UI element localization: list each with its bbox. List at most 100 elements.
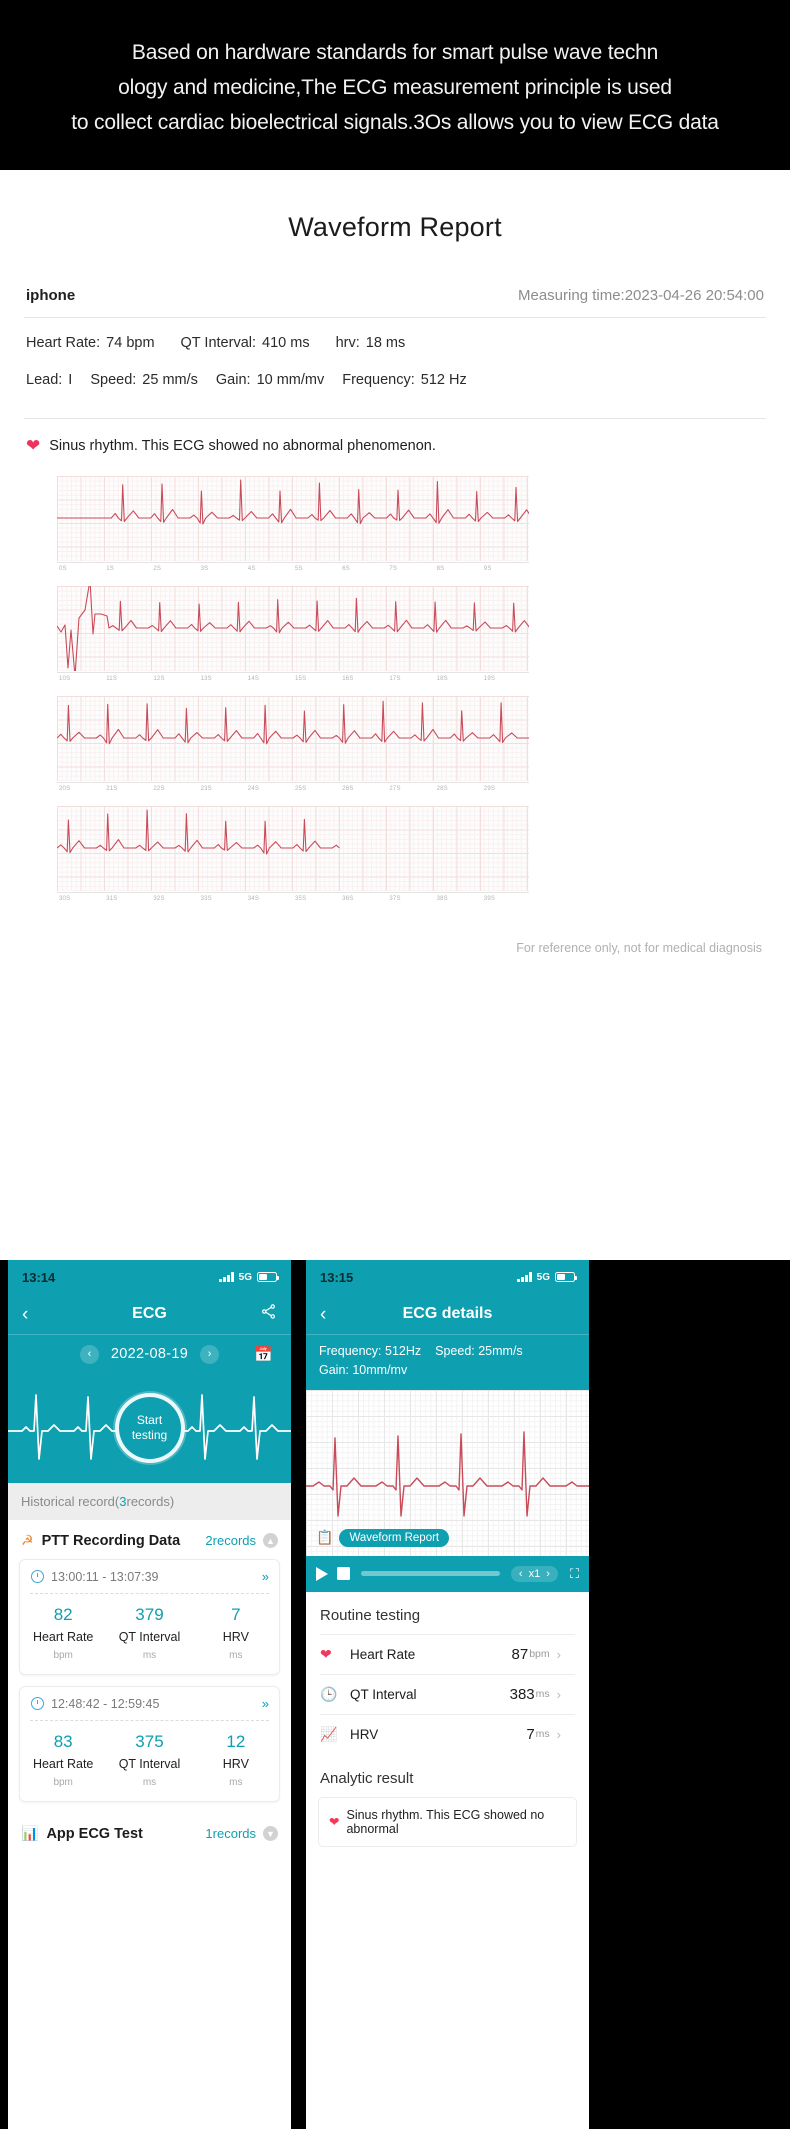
nav-title: ECG details xyxy=(402,1305,493,1322)
analytic-result-row: ❤ Sinus rhythm. This ECG showed no abnor… xyxy=(318,1796,577,1847)
clock-icon xyxy=(31,1697,44,1710)
status-bar-left: 13:14 5G xyxy=(8,1260,291,1294)
axis-tick-label: 10S xyxy=(59,676,71,682)
speed-prev-button[interactable]: ‹ xyxy=(519,1568,523,1580)
prev-date-button[interactable]: ‹ xyxy=(79,1344,99,1364)
axis-tick-label: 19S xyxy=(483,676,496,682)
record-expand-button[interactable]: » xyxy=(262,1696,269,1711)
ecg-trace xyxy=(57,479,529,525)
signal-icon xyxy=(219,1272,234,1282)
ecg-axis: 0S 1S 2S 3S 4S 5S 6S 7S 8S 9S xyxy=(57,562,529,578)
chevron-right-icon[interactable]: › xyxy=(557,1647,561,1662)
routine-row-hrv[interactable]: 📈 HRV 7 ms › xyxy=(320,1713,575,1754)
axis-tick-label: 18S xyxy=(436,676,448,682)
heart-icon: ❤ xyxy=(329,1815,340,1830)
axis-tick-label: 3S xyxy=(200,566,209,572)
seek-slider[interactable] xyxy=(361,1571,500,1577)
axis-tick-label: 37S xyxy=(389,896,401,902)
ecg-strip-row: 10S 11S 12S 13S 14S 15S 16S 17S 18S 19S xyxy=(57,586,529,689)
axis-tick-label: 12S xyxy=(153,676,165,682)
analytic-result-text: Sinus rhythm. This ECG showed no abnorma… xyxy=(346,1807,545,1836)
axis-tick-label: 22S xyxy=(153,786,165,792)
heart-rate-value: 74 bpm xyxy=(106,335,155,351)
row-value: 7 xyxy=(526,1725,535,1743)
axis-tick-label: 35S xyxy=(295,896,307,902)
axis-tick-label: 24S xyxy=(247,786,260,792)
start-label-line1: Start xyxy=(136,1413,163,1427)
share-icon[interactable] xyxy=(260,1303,277,1325)
back-button[interactable]: ‹ xyxy=(320,1305,326,1324)
metric-label: Heart Rate xyxy=(32,1757,94,1771)
ecg-trace xyxy=(57,809,340,855)
chevron-down-icon[interactable]: ▼ xyxy=(263,1826,278,1841)
axis-tick-label: 15S xyxy=(295,676,307,682)
detail-ecg-chart[interactable]: 📋 Waveform Report xyxy=(306,1389,589,1556)
axis-tick-label: 5S xyxy=(295,566,303,572)
axis-tick-label: 39S xyxy=(483,896,496,902)
speed-next-button[interactable]: › xyxy=(546,1568,550,1580)
phone-screenshots: 13:14 5G ‹ ECG ‹ 2022-08-19 › 📅 Start te… xyxy=(0,1260,790,2129)
ecg-trace xyxy=(57,586,529,671)
diagnosis-text: Sinus rhythm. This ECG showed no abnorma… xyxy=(49,437,436,454)
ecg-hero: Start testing xyxy=(8,1373,291,1483)
chevron-up-icon[interactable]: ▲ xyxy=(263,1533,278,1548)
chevron-right-icon[interactable]: › xyxy=(557,1727,561,1742)
routine-row-qt-interval[interactable]: 🕒 QT Interval 383 ms › xyxy=(320,1673,575,1714)
status-time: 13:14 xyxy=(22,1269,56,1285)
network-label: 5G xyxy=(238,1271,252,1283)
fullscreen-icon[interactable]: ⛶ xyxy=(570,1566,579,1582)
record-header: 13:00:11 - 13:07:39 » xyxy=(20,1560,279,1593)
playback-speed-control[interactable]: ‹ x1 › xyxy=(510,1565,558,1582)
settings-row: Lead: I Speed: 25 mm/s Gain: 10 mm/mv Fr… xyxy=(24,351,766,405)
record-expand-button[interactable]: » xyxy=(262,1569,269,1584)
routine-row-heart-rate[interactable]: ❤ Heart Rate 87 bpm › xyxy=(320,1633,575,1674)
chevron-right-icon[interactable]: › xyxy=(557,1687,561,1702)
group-count: 2records xyxy=(205,1533,256,1548)
clock-icon: 🕒 xyxy=(320,1685,338,1702)
heart-rate-label: Heart Rate: xyxy=(26,335,101,351)
row-label: Heart Rate xyxy=(350,1646,416,1662)
history-prefix: Historical record( xyxy=(21,1494,120,1509)
history-header: Historical record(3records) xyxy=(8,1483,291,1520)
chart-icon: 📈 xyxy=(320,1725,338,1742)
detail-params: Frequency: 512Hz Speed: 25mm/s Gain: 10mm… xyxy=(306,1335,589,1390)
row-unit: ms xyxy=(535,1728,550,1741)
group-title: App ECG Test xyxy=(46,1825,143,1842)
waveform-report-badge[interactable]: 📋 Waveform Report xyxy=(316,1528,450,1547)
axis-tick-label: 31S xyxy=(106,896,118,902)
ecg-axis: 30S 31S 32S 33S 34S 35S 36S 37S 38S 39S xyxy=(57,892,529,908)
next-date-button[interactable]: › xyxy=(200,1344,220,1364)
metric-unit: ms xyxy=(229,1777,243,1788)
stop-icon[interactable] xyxy=(337,1567,350,1581)
history-suffix: records) xyxy=(126,1494,175,1509)
play-icon[interactable] xyxy=(316,1566,328,1581)
page-title: Waveform Report xyxy=(288,212,502,242)
axis-tick-label: 1S xyxy=(106,566,114,572)
axis-tick-label: 20S xyxy=(59,786,71,792)
group-app-ecg-test[interactable]: 📊 App ECG Test 1records ▼ xyxy=(8,1813,291,1852)
record-card[interactable]: 13:00:11 - 13:07:39 » 82 Heart Rate bpm … xyxy=(19,1559,280,1675)
start-testing-button[interactable]: Start testing xyxy=(114,1393,185,1463)
speed-value: 25 mm/s xyxy=(142,372,198,388)
selected-date: 2022-08-19 xyxy=(110,1346,189,1362)
metric-value: 7 xyxy=(231,1605,241,1624)
calendar-icon[interactable]: 📅 xyxy=(254,1345,273,1363)
waveform-report-label[interactable]: Waveform Report xyxy=(339,1528,450,1547)
back-button[interactable]: ‹ xyxy=(22,1305,28,1324)
ecg-axis: 10S 11S 12S 13S 14S 15S 16S 17S 18S 19S xyxy=(57,672,529,688)
speed-text: Speed: 25mm/s xyxy=(435,1344,523,1358)
signal-icon xyxy=(517,1272,532,1282)
metric-unit: bpm xyxy=(53,1777,73,1788)
analytic-result-title: Analytic result xyxy=(320,1769,414,1787)
record-header: 12:48:42 - 12:59:45 » xyxy=(20,1687,279,1720)
group-ptt-recording[interactable]: ☭ PTT Recording Data 2records ▲ xyxy=(8,1520,291,1559)
ecg-strip-row: 0S 1S 2S 3S 4S 5S 6S 7S 8S 9S xyxy=(57,476,529,579)
axis-tick-label: 29S xyxy=(483,786,496,792)
metric-value: 83 xyxy=(53,1732,73,1751)
metric-label: HRV xyxy=(222,1630,249,1644)
metric-unit: ms xyxy=(229,1650,243,1661)
row-label: QT Interval xyxy=(350,1686,417,1702)
metric-value: 379 xyxy=(135,1605,164,1624)
diagnosis-row: ❤ Sinus rhythm. This ECG showed no abnor… xyxy=(24,419,766,454)
record-card[interactable]: 12:48:42 - 12:59:45 » 83 Heart Rate bpm … xyxy=(19,1686,280,1802)
